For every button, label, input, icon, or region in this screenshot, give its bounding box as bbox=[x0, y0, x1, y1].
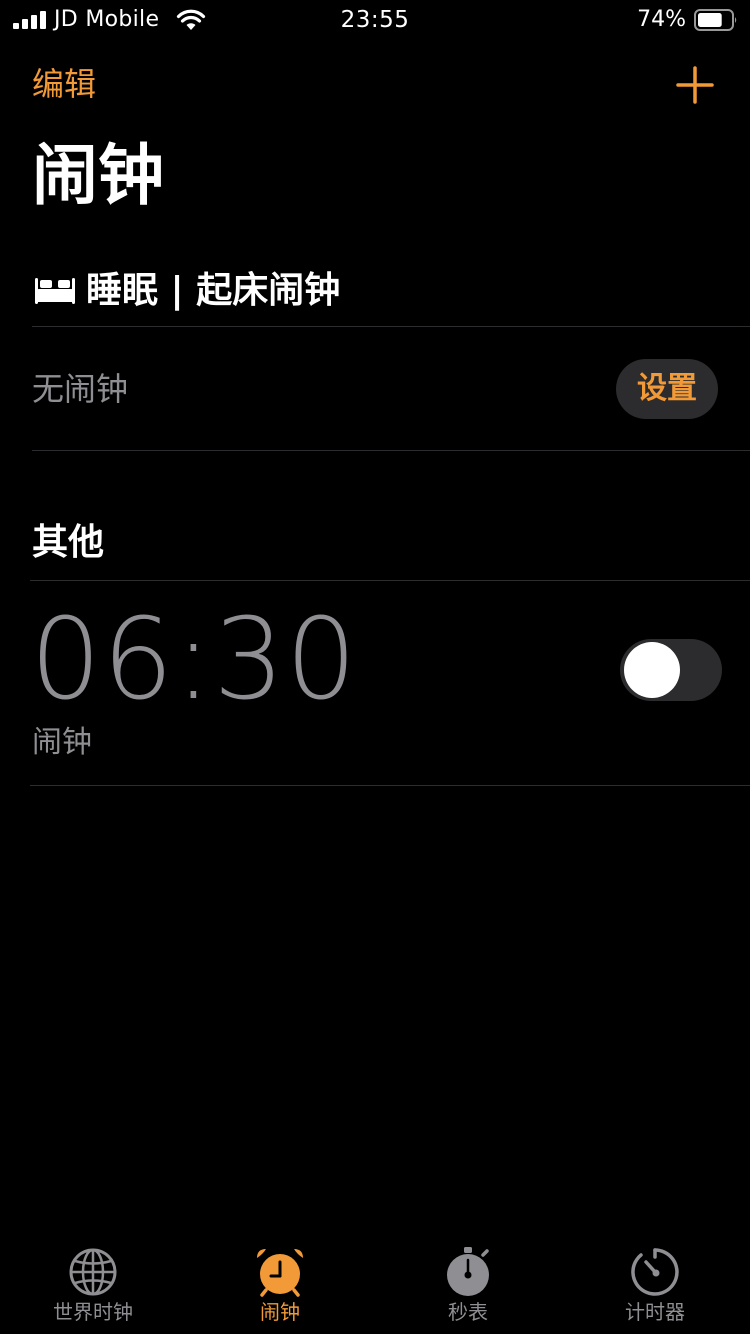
tab-stopwatch[interactable]: 秒表 bbox=[388, 1236, 548, 1334]
set-sleep-alarm-button[interactable]: 设置 bbox=[616, 359, 718, 419]
status-bar: JD Mobile 23:55 74% bbox=[0, 0, 750, 40]
tab-world-clock[interactable]: 世界时钟 bbox=[13, 1236, 173, 1334]
tab-label: 闹钟 bbox=[260, 1300, 300, 1324]
alarm-clock-icon bbox=[257, 1249, 303, 1297]
alarm-label: 闹钟 bbox=[32, 725, 92, 760]
divider bbox=[32, 326, 750, 327]
divider bbox=[32, 450, 750, 451]
bed-icon bbox=[35, 278, 75, 304]
plus-icon[interactable] bbox=[676, 66, 714, 104]
timer-icon bbox=[631, 1248, 679, 1296]
sleep-section-header: 睡眠 | 起床闹钟 bbox=[34, 266, 340, 316]
no-alarm-text: 无闹钟 bbox=[32, 370, 129, 408]
tab-label: 世界时钟 bbox=[53, 1300, 133, 1324]
alarm-time: 06:30 bbox=[30, 595, 358, 725]
other-section-title: 其他 bbox=[32, 522, 105, 563]
tab-label: 秒表 bbox=[448, 1300, 488, 1324]
tab-bar: 世界时钟 闹钟 秒表 计时器 bbox=[0, 1236, 750, 1334]
battery-icon bbox=[694, 9, 737, 31]
stopwatch-icon bbox=[447, 1247, 489, 1296]
tab-timer[interactable]: 计时器 bbox=[575, 1236, 735, 1334]
divider bbox=[30, 785, 750, 786]
battery-percent: 74% bbox=[637, 7, 686, 32]
alarm-row[interactable]: 06:30 闹钟 bbox=[0, 581, 750, 785]
sleep-section-title: 睡眠 | 起床闹钟 bbox=[86, 270, 341, 311]
tab-label: 计时器 bbox=[625, 1300, 685, 1324]
globe-icon bbox=[69, 1248, 117, 1296]
tab-alarm[interactable]: 闹钟 bbox=[200, 1236, 360, 1334]
alarm-toggle[interactable] bbox=[620, 639, 722, 701]
page-title: 闹钟 bbox=[32, 137, 164, 214]
toggle-knob bbox=[624, 642, 680, 698]
edit-button[interactable]: 编辑 bbox=[32, 62, 96, 106]
